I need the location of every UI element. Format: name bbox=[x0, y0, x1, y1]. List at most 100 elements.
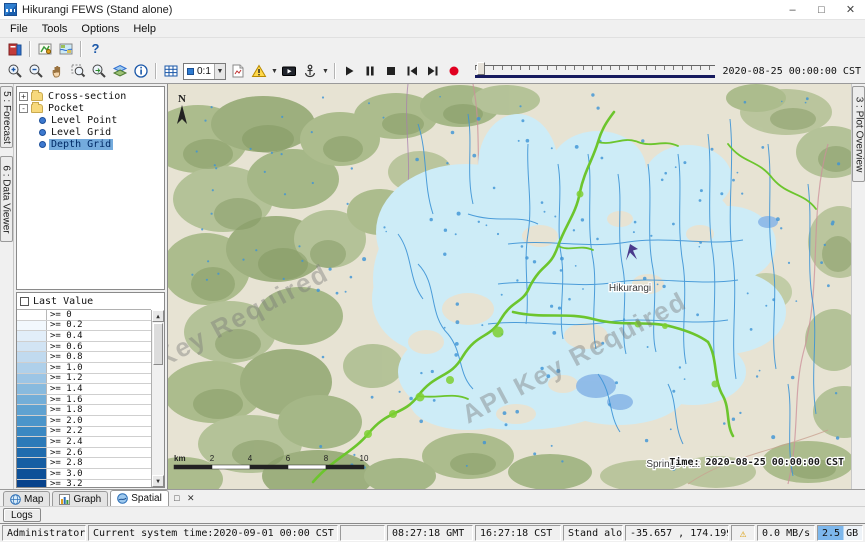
legend-row: >= 2.2 bbox=[17, 427, 151, 438]
legend-row-label: >= 1.6 bbox=[47, 395, 86, 405]
status-throughput: 0.0 MB/s bbox=[757, 525, 815, 541]
database-icon[interactable] bbox=[4, 39, 25, 59]
collapse-icon[interactable]: - bbox=[19, 104, 28, 113]
tab-spatial[interactable]: Spatial bbox=[110, 490, 169, 506]
menu-help[interactable]: Help bbox=[126, 22, 163, 36]
legend-color-swatch bbox=[17, 458, 47, 468]
expand-icon[interactable]: + bbox=[19, 92, 28, 101]
profile-icon[interactable] bbox=[228, 61, 249, 81]
chart-icon bbox=[59, 494, 70, 505]
logs-button[interactable]: Logs bbox=[3, 508, 41, 522]
svg-text:2: 2 bbox=[210, 454, 215, 463]
record-icon[interactable] bbox=[444, 61, 465, 81]
legend-scrollbar[interactable]: ▲ ▼ bbox=[151, 310, 164, 487]
legend-row-label: >= 2.8 bbox=[47, 458, 86, 468]
tab-map[interactable]: Map bbox=[3, 491, 50, 506]
svg-text:4: 4 bbox=[248, 454, 253, 463]
left-panel: + Cross-section - Pocket Level Point Lev… bbox=[14, 84, 168, 489]
timeline-ticks bbox=[475, 65, 715, 70]
tree-item-level-point[interactable]: Level Point bbox=[19, 114, 162, 126]
globe-icon bbox=[10, 494, 21, 505]
legend-panel: Last Value >= 0 >= 0.2 bbox=[16, 292, 165, 488]
status-local-time: 16:27:18 CST bbox=[475, 525, 561, 541]
legend-row-label: >= 3.2 bbox=[47, 480, 86, 488]
zoom-out-icon[interactable] bbox=[25, 61, 46, 81]
grid-icon[interactable] bbox=[160, 61, 181, 81]
scrollbar-thumb[interactable] bbox=[153, 323, 163, 365]
info-icon[interactable] bbox=[130, 61, 151, 81]
layers-icon[interactable] bbox=[109, 61, 130, 81]
pan-icon[interactable] bbox=[46, 61, 67, 81]
play-icon[interactable] bbox=[339, 61, 360, 81]
tree-item-cross-section[interactable]: + Cross-section bbox=[19, 90, 162, 102]
timeline-thumb[interactable] bbox=[477, 62, 485, 75]
toolbar-separator bbox=[155, 63, 156, 79]
layer-depth-combo[interactable]: 0:1 ▼ bbox=[183, 63, 226, 80]
last-value-checkbox[interactable] bbox=[20, 297, 29, 306]
legend-row: >= 1.2 bbox=[17, 374, 151, 385]
spatial-toolbar: 0:1 ▼ ▼ ▼ bbox=[0, 59, 865, 84]
status-gmt-time: 08:27:18 GMT bbox=[387, 525, 473, 541]
layers-tree[interactable]: + Cross-section - Pocket Level Point Lev… bbox=[16, 86, 165, 290]
legend-row-label: >= 1.0 bbox=[47, 363, 86, 373]
legend-color-swatch bbox=[17, 352, 47, 362]
menu-tools[interactable]: Tools bbox=[35, 22, 75, 36]
legend-color-swatch bbox=[17, 469, 47, 479]
legend-row-label: >= 0 bbox=[47, 310, 75, 320]
maximize-panel-icon[interactable]: □ bbox=[171, 492, 183, 504]
legend-color-swatch bbox=[17, 437, 47, 447]
minimize-button[interactable]: – bbox=[778, 0, 807, 19]
legend-row-label: >= 0.8 bbox=[47, 352, 86, 362]
scroll-up-icon[interactable]: ▲ bbox=[152, 310, 164, 322]
title-bar: Hikurangi FEWS (Stand alone) – □ ✕ bbox=[0, 0, 865, 20]
status-mode: Stand alone bbox=[563, 525, 623, 541]
tab-plot-overview[interactable]: 3 : Plot Overview bbox=[852, 86, 865, 182]
map-editor-icon[interactable] bbox=[34, 39, 55, 59]
status-system-time: Current system time:2020-09-01 00:00 CST bbox=[88, 525, 338, 541]
menu-file[interactable]: File bbox=[3, 22, 35, 36]
help-icon[interactable]: ? bbox=[85, 39, 106, 59]
maximize-button[interactable]: □ bbox=[807, 0, 836, 19]
pause-icon[interactable] bbox=[360, 61, 381, 81]
legend-color-swatch bbox=[17, 374, 47, 384]
legend-color-swatch bbox=[17, 448, 47, 458]
zoom-reset-icon[interactable] bbox=[88, 61, 109, 81]
legend-row: >= 1.6 bbox=[17, 395, 151, 406]
tree-item-depth-grid[interactable]: Depth Grid bbox=[19, 138, 162, 150]
status-memory[interactable]: 2.5 GB bbox=[817, 525, 863, 541]
map-canvas[interactable]: API Key Required API Key Required Hikura… bbox=[168, 84, 851, 489]
spatial-display-icon[interactable] bbox=[55, 39, 76, 59]
legend-row: >= 2.6 bbox=[17, 448, 151, 459]
sidebar-tab-data-viewer[interactable]: 6 : Data Viewer bbox=[0, 156, 13, 242]
tree-item-level-grid[interactable]: Level Grid bbox=[19, 126, 162, 138]
status-warning-icon[interactable]: ⚠ bbox=[731, 525, 755, 541]
legend-color-swatch bbox=[17, 363, 47, 373]
tree-item-pocket[interactable]: - Pocket bbox=[19, 102, 162, 114]
sidebar-tab-forecast[interactable]: 5 : Forecast bbox=[0, 86, 13, 148]
close-panel-icon[interactable]: ✕ bbox=[185, 492, 197, 504]
chevron-down-icon[interactable]: ▼ bbox=[214, 64, 225, 79]
status-filler bbox=[340, 525, 385, 541]
stop-icon[interactable] bbox=[381, 61, 402, 81]
step-back-icon[interactable] bbox=[402, 61, 423, 81]
movie-export-icon[interactable] bbox=[279, 61, 300, 81]
zoom-select-icon[interactable] bbox=[67, 61, 88, 81]
step-forward-icon[interactable] bbox=[423, 61, 444, 81]
chevron-down-icon[interactable]: ▼ bbox=[270, 68, 279, 75]
close-button[interactable]: ✕ bbox=[836, 0, 865, 19]
app-icon bbox=[4, 3, 17, 16]
legend-row: >= 1.4 bbox=[17, 384, 151, 395]
scroll-down-icon[interactable]: ▼ bbox=[152, 475, 164, 487]
timeline-slider[interactable] bbox=[475, 62, 715, 80]
tab-graph[interactable]: Graph bbox=[52, 491, 108, 506]
menu-options[interactable]: Options bbox=[74, 22, 126, 36]
warning-icon[interactable] bbox=[249, 61, 270, 81]
app-window: Hikurangi FEWS (Stand alone) – □ ✕ File … bbox=[0, 0, 865, 542]
legend-row-label: >= 2.6 bbox=[47, 448, 86, 458]
legend-row-label: >= 0.2 bbox=[47, 321, 86, 331]
layer-color-swatch bbox=[187, 68, 194, 75]
right-tab-strip: 3 : Plot Overview bbox=[851, 84, 865, 489]
chevron-down-icon[interactable]: ▼ bbox=[321, 68, 330, 75]
anchor-icon[interactable] bbox=[300, 61, 321, 81]
zoom-in-icon[interactable] bbox=[4, 61, 25, 81]
